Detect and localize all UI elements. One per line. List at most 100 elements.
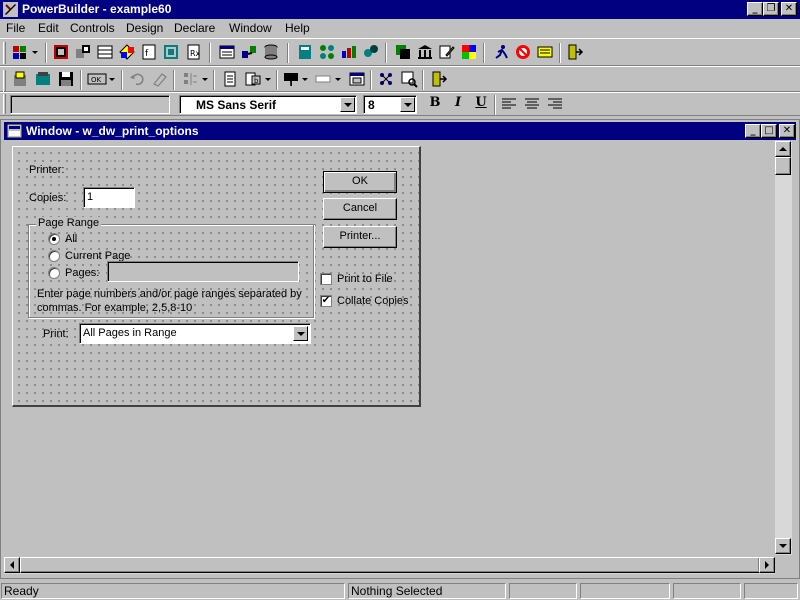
pages-radio[interactable] [48, 267, 60, 279]
print-select-dropdown-button[interactable] [293, 326, 308, 341]
align-left-icon[interactable] [500, 95, 518, 113]
database-painter-icon[interactable] [262, 43, 280, 61]
menu-window[interactable]: Window [229, 21, 272, 35]
horizontal-scroll-thumb[interactable] [20, 557, 760, 573]
background-color-icon[interactable] [314, 70, 332, 88]
library-painter-icon[interactable] [296, 43, 314, 61]
current-page-radio[interactable] [48, 250, 60, 262]
all-radio[interactable] [48, 233, 60, 245]
new-icon[interactable] [11, 70, 29, 88]
menu-controls[interactable]: Controls [70, 21, 115, 35]
font-size-select[interactable]: 8 [363, 95, 417, 114]
user-profile-icon[interactable] [362, 43, 380, 61]
query-painter-icon[interactable] [218, 43, 236, 61]
style-bar: MS Sans Serif 8 B I U [0, 92, 800, 116]
app-title-bar[interactable]: PowerBuilder - example60 _ ❐ ✕ [0, 0, 800, 19]
application-dropdown[interactable] [31, 43, 38, 61]
background-color-dropdown[interactable] [334, 70, 341, 88]
align-dropdown[interactable] [201, 70, 208, 88]
command-button-icon[interactable]: OK [87, 70, 107, 88]
tab-order-dropdown[interactable] [264, 70, 271, 88]
child-window-title-bar[interactable]: Window - w_dw_print_options _ □ ✕ [4, 122, 796, 140]
inherit-icon[interactable] [34, 70, 52, 88]
preview-window-icon[interactable] [400, 70, 418, 88]
scroll-right-button[interactable] [759, 557, 775, 573]
font-name-select[interactable]: MS Sans Serif [179, 95, 357, 114]
page-range-help-line2: commas. For example, 2,5,8-10 [37, 302, 193, 314]
scroll-left-button[interactable] [4, 557, 20, 573]
ok-button[interactable]: OK [323, 171, 397, 193]
report-painter-icon[interactable]: Rx [184, 43, 202, 61]
menu-declare[interactable]: Declare [174, 21, 215, 35]
script-icon[interactable] [536, 43, 554, 61]
app-title: PowerBuilder - example60 [22, 2, 172, 16]
minimize-button[interactable]: _ [747, 2, 763, 16]
underline-button[interactable]: U [472, 95, 490, 113]
close-button[interactable]: ✕ [781, 2, 797, 16]
object-browser-icon[interactable] [318, 43, 336, 61]
restore-button[interactable]: ❐ [763, 2, 779, 16]
cancel-button[interactable]: Cancel [323, 198, 397, 220]
user-object-icon[interactable] [74, 43, 92, 61]
align-icon[interactable] [181, 70, 199, 88]
datawindow-painter-icon[interactable] [162, 43, 180, 61]
powerbuilder-app-icon[interactable] [3, 2, 18, 17]
printer-button[interactable]: Printer... [323, 226, 397, 248]
pipeline-painter-icon[interactable] [240, 43, 258, 61]
toolbar-separator [494, 95, 496, 115]
menu-design[interactable]: Design [126, 21, 163, 35]
menu-painter-icon[interactable] [96, 43, 114, 61]
control-dropdown[interactable] [108, 70, 115, 88]
window-painter-icon[interactable] [7, 124, 22, 138]
run-icon[interactable] [492, 43, 510, 61]
window-properties-icon[interactable] [348, 70, 366, 88]
tab-order-icon[interactable]: b [244, 70, 262, 88]
script-painter-icon[interactable] [377, 70, 395, 88]
scroll-up-button[interactable] [775, 141, 791, 157]
menu-help[interactable]: Help [285, 21, 310, 35]
save-icon[interactable] [57, 70, 75, 88]
debug-icon[interactable] [514, 43, 532, 61]
align-center-icon[interactable] [523, 95, 541, 113]
font-name-dropdown-button[interactable] [340, 97, 355, 112]
color-palette-icon[interactable] [460, 43, 478, 61]
preview-icon[interactable] [394, 43, 412, 61]
print-options-dialog-design[interactable]: Printer: Copies: 1 OK Cancel Printer... … [12, 146, 421, 407]
control-name-field[interactable] [10, 95, 170, 114]
text-style-icon[interactable]: T [282, 70, 300, 88]
menu-edit[interactable]: Edit [38, 21, 59, 35]
edit-icon[interactable] [438, 43, 456, 61]
toolbar-grip[interactable] [3, 70, 6, 92]
project-painter-icon[interactable] [340, 43, 358, 61]
window-painter-icon[interactable] [52, 43, 70, 61]
child-maximize-button[interactable]: □ [761, 124, 777, 138]
copies-input[interactable]: 1 [83, 187, 135, 208]
toolbar-grip[interactable] [3, 42, 6, 64]
application-painter-icon[interactable] [11, 43, 29, 61]
print-select[interactable]: All Pages in Range [79, 323, 311, 344]
italic-button[interactable]: I [449, 95, 467, 113]
structure-painter-icon[interactable] [118, 43, 136, 61]
text-style-dropdown[interactable] [301, 70, 308, 88]
font-size-dropdown-button[interactable] [400, 97, 415, 112]
bank-icon[interactable] [416, 43, 434, 61]
scroll-down-button[interactable] [775, 538, 791, 554]
vertical-scrollbar[interactable] [775, 141, 792, 555]
bold-button[interactable]: B [426, 95, 444, 113]
toolbar-grip[interactable] [3, 94, 6, 114]
align-right-icon[interactable] [546, 95, 564, 113]
collate-copies-checkbox[interactable]: ✔ [320, 295, 332, 307]
print-to-file-checkbox[interactable] [320, 273, 332, 285]
horizontal-scrollbar[interactable] [4, 557, 775, 574]
menu-file[interactable]: File [6, 21, 25, 35]
eraser-icon[interactable] [151, 70, 169, 88]
close-painter-icon[interactable] [430, 70, 448, 88]
function-painter-icon[interactable]: f [140, 43, 158, 61]
child-minimize-button[interactable]: _ [745, 124, 761, 138]
undo-icon[interactable] [128, 70, 146, 88]
exit-icon[interactable] [566, 43, 584, 61]
pages-input[interactable] [107, 261, 299, 282]
child-close-button[interactable]: ✕ [779, 124, 795, 138]
vertical-scroll-thumb[interactable] [775, 157, 791, 175]
properties-icon[interactable] [221, 70, 239, 88]
